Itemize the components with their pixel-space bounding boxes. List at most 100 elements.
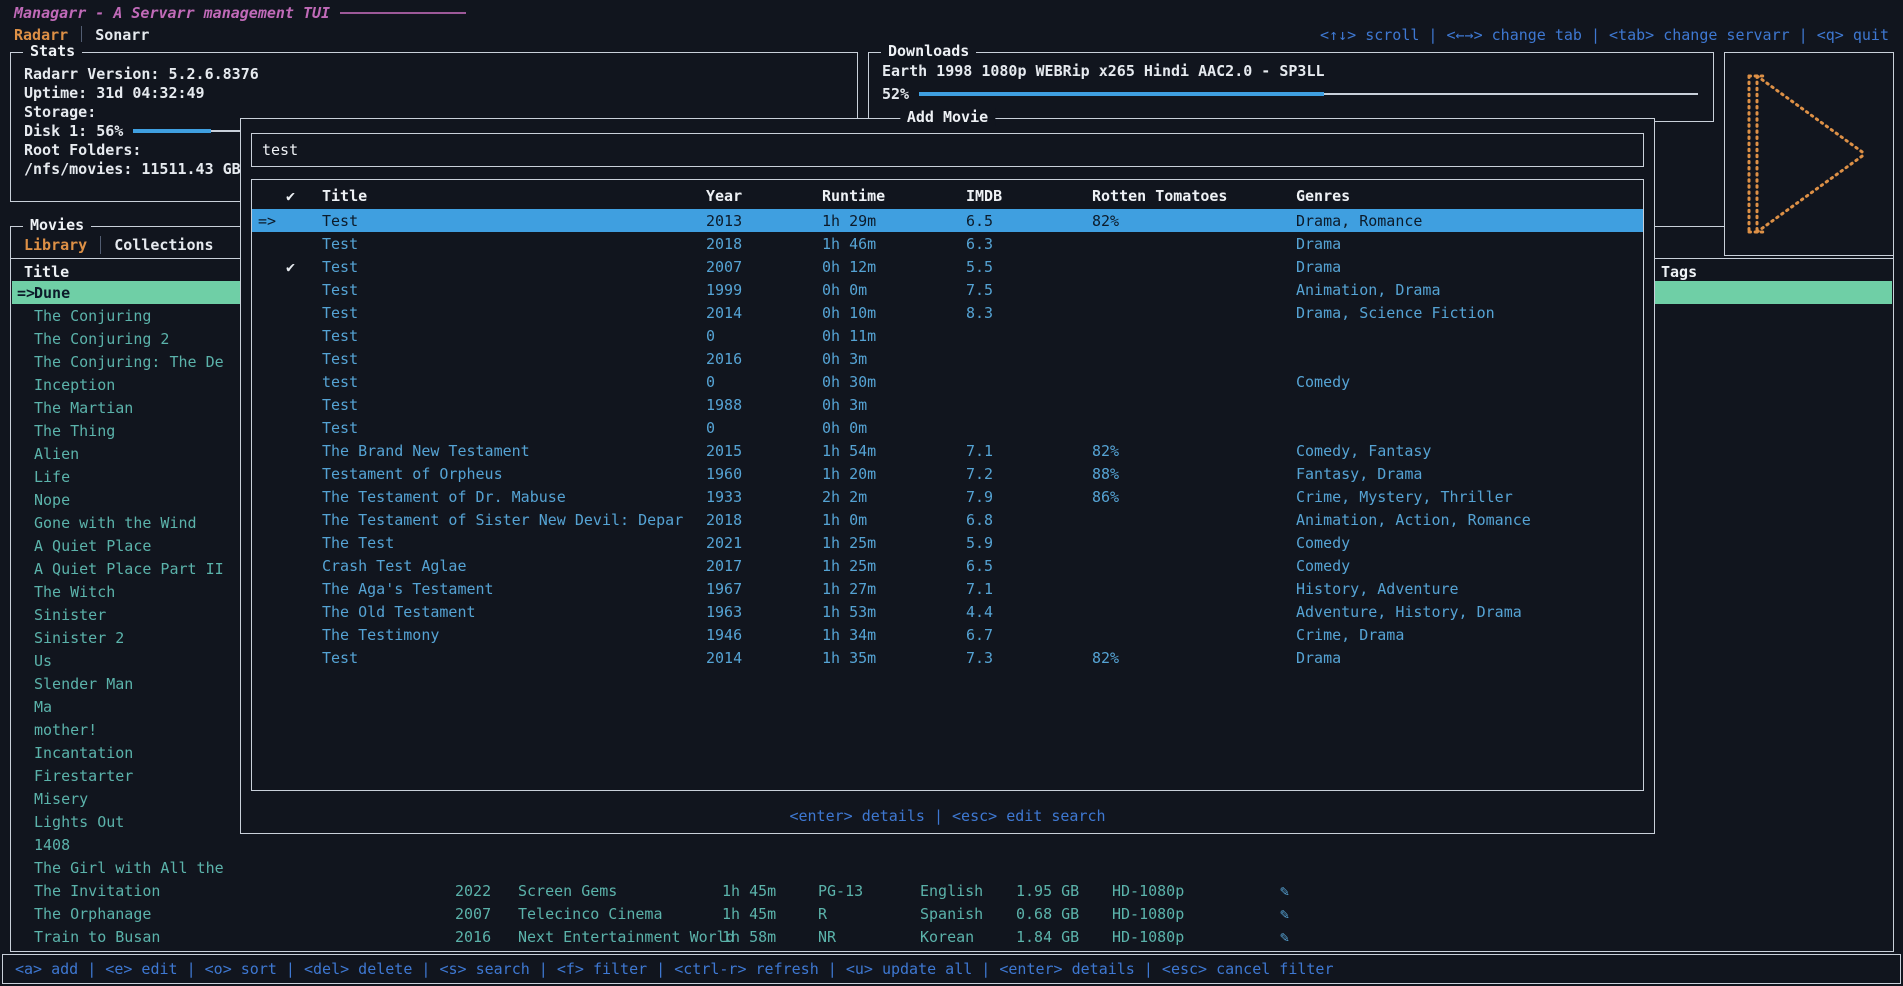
result-genres: Drama, Romance [1296, 212, 1643, 230]
movie-year: 2022 [455, 882, 518, 900]
movie-title: The Orphanage [34, 905, 151, 923]
movie-quality: HD-1080p [1112, 905, 1280, 923]
movie-runtime: 1h 45m [722, 882, 818, 900]
result-year: 1967 [706, 580, 822, 598]
servarr-tab[interactable]: Sonarr [81, 26, 149, 44]
result-year: 2014 [706, 304, 822, 322]
add-movie-result-row[interactable]: The Testament of Dr. Mabuse 1933 2h 2m 7… [252, 485, 1643, 508]
result-rotten-tomatoes: 86% [1092, 488, 1296, 506]
result-rotten-tomatoes: 82% [1092, 649, 1296, 667]
result-year: 1988 [706, 396, 822, 414]
result-title: Test [322, 649, 706, 667]
result-runtime: 0h 12m [822, 258, 966, 276]
movie-detail-row[interactable]: 2016 Next Entertainment World 1h 58m NR … [455, 925, 1310, 948]
movie-title: The Martian [34, 399, 133, 417]
movie-runtime: 1h 45m [722, 905, 818, 923]
result-title: The Testament of Sister New Devil: Depar [322, 511, 706, 529]
add-movie-result-row[interactable]: The Test 2021 1h 25m 5.9 Comedy [252, 531, 1643, 554]
movie-detail-row[interactable]: 2022 Screen Gems 1h 45m PG-13 English 1.… [455, 879, 1310, 902]
result-year: 2015 [706, 442, 822, 460]
add-movie-result-row[interactable]: Test 1999 0h 0m 7.5 Animation, Drama [252, 278, 1643, 301]
movie-studio: Telecinco Cinema [518, 905, 722, 923]
add-movie-result-row[interactable]: => Test 2013 1h 29m 6.5 82% Drama, Roman… [252, 209, 1643, 232]
add-movie-result-row[interactable]: Test 2018 1h 46m 6.3 Drama [252, 232, 1643, 255]
result-imdb-rating: 5.9 [966, 534, 1092, 552]
add-movie-result-row[interactable]: Test 2016 0h 3m [252, 347, 1643, 370]
result-genres: Animation, Action, Romance [1296, 511, 1643, 529]
movie-title: 1408 [34, 836, 70, 854]
selection-marker: => [12, 284, 34, 302]
result-runtime: 1h 34m [822, 626, 966, 644]
result-year: 0 [706, 373, 822, 391]
download-item-name: Earth 1998 1080p WEBRip x265 Hindi AAC2.… [882, 62, 1700, 83]
check-column-header: ✔ [286, 187, 322, 205]
result-title: Test [322, 235, 706, 253]
root-folders-label: Root Folders: [24, 141, 141, 159]
result-title: Test [322, 396, 706, 414]
result-runtime: 0h 10m [822, 304, 966, 322]
result-runtime: 1h 53m [822, 603, 966, 621]
result-title: The Test [322, 534, 706, 552]
movie-title: Slender Man [34, 675, 133, 693]
add-movie-result-row[interactable]: The Testament of Sister New Devil: Depar… [252, 508, 1643, 531]
movie-list-item[interactable]: The Girl with All the [12, 856, 1892, 879]
result-rotten-tomatoes: 82% [1092, 442, 1296, 460]
download-progress-bar [919, 87, 1698, 101]
movie-language: Spanish [920, 905, 1016, 923]
result-runtime: 1h 25m [822, 557, 966, 575]
add-movie-search-input[interactable] [262, 141, 1633, 159]
movie-certification: R [818, 905, 920, 923]
titlebar: Managarr - A Servarr management TUI [14, 3, 466, 23]
add-movie-result-row[interactable]: Test 2014 0h 10m 8.3 Drama, Science Fict… [252, 301, 1643, 324]
result-year: 1933 [706, 488, 822, 506]
movie-language: English [920, 882, 1016, 900]
global-keybind-hints: <↑↓> scroll | <←→> change tab | <tab> ch… [1320, 26, 1889, 44]
pencil-icon: ✎ [1280, 928, 1310, 946]
add-movie-result-row[interactable]: Test 0 0h 11m [252, 324, 1643, 347]
result-year: 2021 [706, 534, 822, 552]
add-movie-result-row[interactable]: The Old Testament 1963 1h 53m 4.4 Advent… [252, 600, 1643, 623]
result-runtime: 0h 30m [822, 373, 966, 391]
result-genres: Comedy [1296, 534, 1643, 552]
movie-title: Us [34, 652, 52, 670]
result-genres: Drama [1296, 235, 1643, 253]
add-movie-result-row[interactable]: Test 1988 0h 3m [252, 393, 1643, 416]
movies-tab[interactable]: Collections [100, 236, 213, 254]
movie-title: A Quiet Place [34, 537, 151, 555]
add-movie-results-table: ✔ Title Year Runtime IMDB Rotten Tomatoe… [251, 179, 1644, 791]
movies-tab[interactable]: Library [24, 236, 87, 254]
pencil-icon: ✎ [1280, 882, 1310, 900]
result-runtime: 1h 35m [822, 649, 966, 667]
result-year: 1963 [706, 603, 822, 621]
result-title: Test [322, 419, 706, 437]
movie-title: Inception [34, 376, 115, 394]
add-movie-result-row[interactable]: The Brand New Testament 2015 1h 54m 7.1 … [252, 439, 1643, 462]
result-imdb-rating: 6.5 [966, 557, 1092, 575]
add-movie-result-row[interactable]: test 0 0h 30m Comedy [252, 370, 1643, 393]
result-genres: Crime, Drama [1296, 626, 1643, 644]
result-genres: Comedy [1296, 557, 1643, 575]
movie-detail-row[interactable]: 2007 Telecinco Cinema 1h 45m R Spanish 0… [455, 902, 1310, 925]
result-title: Testament of Orpheus [322, 465, 706, 483]
result-year: 0 [706, 419, 822, 437]
result-year: 2013 [706, 212, 822, 230]
result-imdb-rating: 7.5 [966, 281, 1092, 299]
movie-title: Nope [34, 491, 70, 509]
add-movie-result-row[interactable]: Test 2014 1h 35m 7.3 82% Drama [252, 646, 1643, 669]
result-title: Test [322, 304, 706, 322]
add-movie-search-box [251, 133, 1644, 167]
result-runtime: 1h 29m [822, 212, 966, 230]
result-genres: Crime, Mystery, Thriller [1296, 488, 1643, 506]
add-movie-result-row[interactable]: The Aga's Testament 1967 1h 27m 7.1 Hist… [252, 577, 1643, 600]
add-movie-result-row[interactable]: Testament of Orpheus 1960 1h 20m 7.2 88%… [252, 462, 1643, 485]
add-movie-result-row[interactable]: The Testimony 1946 1h 34m 6.7 Crime, Dra… [252, 623, 1643, 646]
add-movie-result-row[interactable]: Test 0 0h 0m [252, 416, 1643, 439]
movie-studio: Screen Gems [518, 882, 722, 900]
movie-title: Ma [34, 698, 52, 716]
movie-title: mother! [34, 721, 97, 739]
result-year: 1960 [706, 465, 822, 483]
movie-list-item[interactable]: 1408 [12, 833, 1892, 856]
disk-percent: 56% [96, 122, 123, 140]
add-movie-result-row[interactable]: ✔ Test 2007 0h 12m 5.5 Drama [252, 255, 1643, 278]
add-movie-result-row[interactable]: Crash Test Aglae 2017 1h 25m 6.5 Comedy [252, 554, 1643, 577]
